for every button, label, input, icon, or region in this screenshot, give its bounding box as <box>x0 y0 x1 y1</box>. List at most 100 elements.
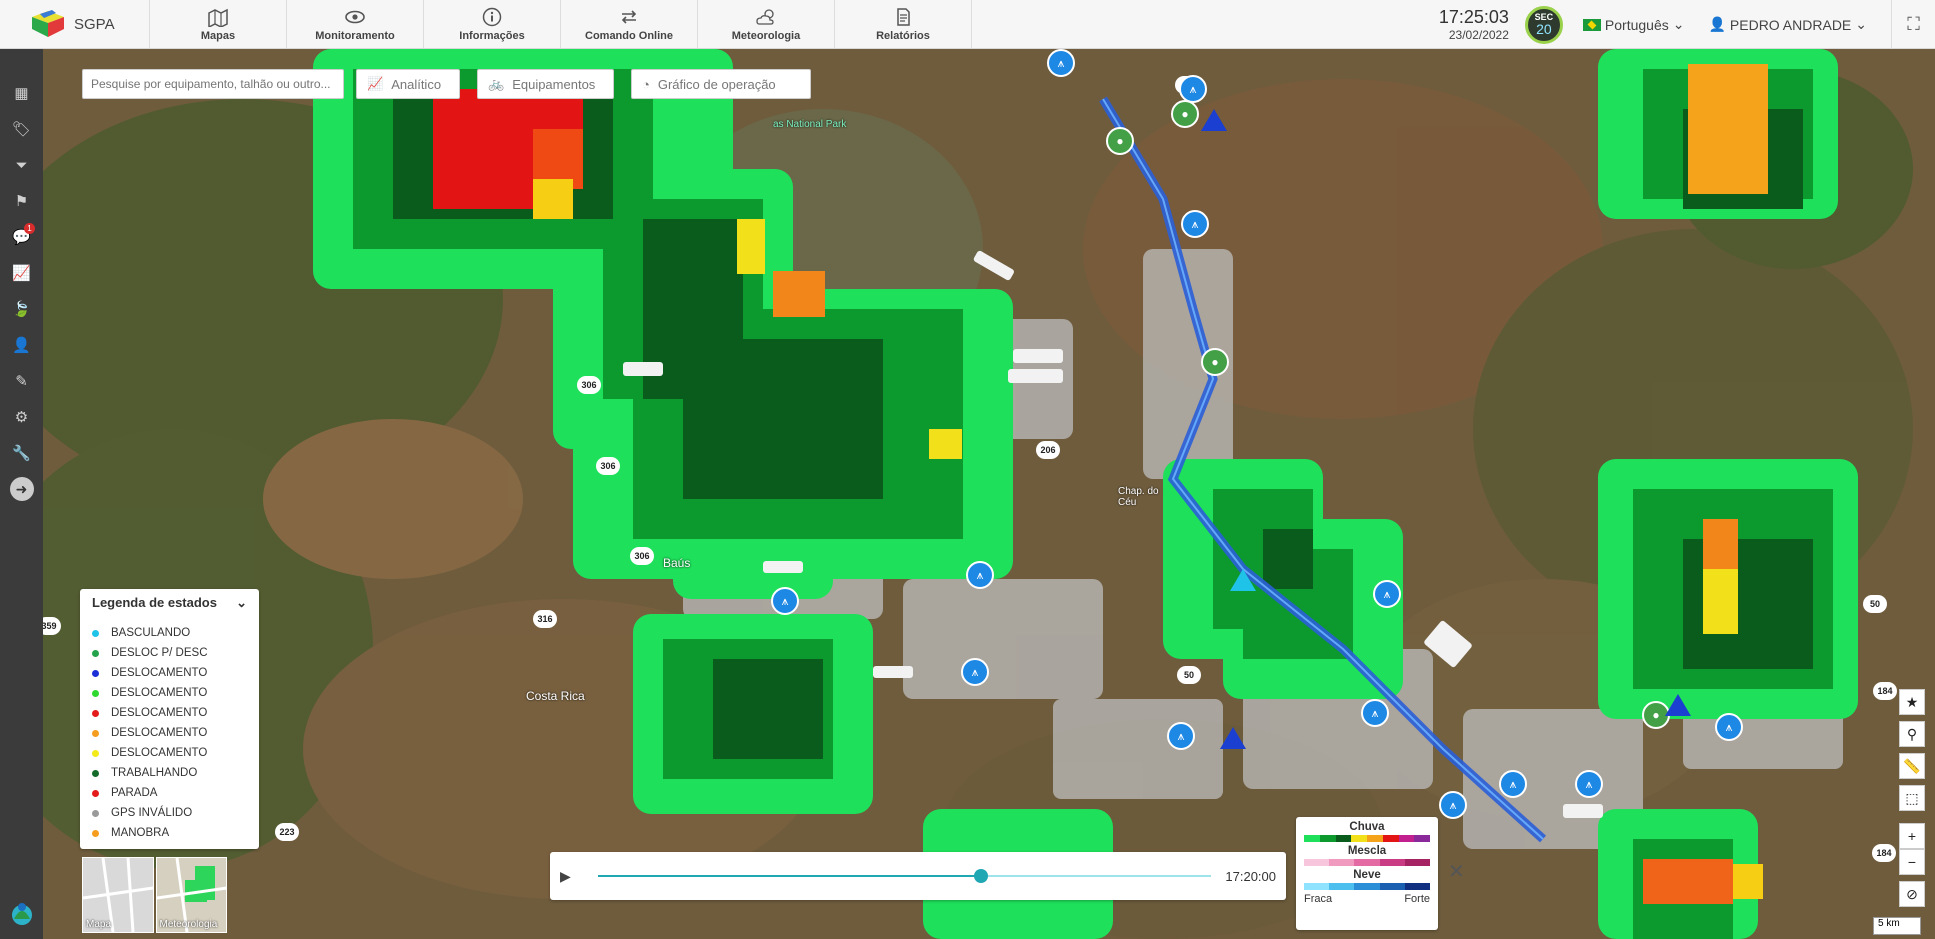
nav-monitoramento[interactable]: Monitoramento <box>287 0 424 48</box>
arrows-icon <box>621 9 637 24</box>
player-time: 17:20:00 <box>1225 868 1276 884</box>
equipment-antenna-marker[interactable]: ⩚ <box>1047 49 1075 77</box>
map-icon <box>208 8 228 27</box>
legend-item-label: DESLOCAMENTO <box>111 667 208 679</box>
road-label: 223 <box>275 823 299 841</box>
nav-meteorologia[interactable]: Meteorologia <box>698 0 835 48</box>
sidebar-item-dashboard[interactable]: ▦ <box>0 75 43 111</box>
polygon-button[interactable]: ⬚ <box>1899 785 1925 811</box>
expand-icon: ⛶ <box>1907 14 1920 34</box>
language-dropdown[interactable]: Português ⌄ <box>1582 16 1684 33</box>
legend-title: Legenda de estados <box>92 595 217 610</box>
zoom-out-button[interactable]: − <box>1899 849 1925 875</box>
equipment-antenna-marker[interactable]: ⩚ <box>1715 713 1743 741</box>
status-dot-icon <box>92 689 99 697</box>
sec-badge[interactable]: SEC 20 <box>1524 5 1563 44</box>
equipment-antenna-marker[interactable]: ⩚ <box>1167 722 1195 750</box>
road-label: 306 <box>596 457 620 475</box>
sidebar-item-chat[interactable]: 💬 1 <box>0 219 43 255</box>
road-label: 306 <box>577 376 601 394</box>
equipment-button[interactable]: 🚲 Equipamentos <box>477 69 614 99</box>
equipment-operator-marker[interactable]: ● <box>1201 348 1229 376</box>
analytic-button[interactable]: 📈 Analítico <box>356 69 460 99</box>
plus-icon: + <box>1907 828 1917 844</box>
alert-triangle-icon[interactable] <box>1665 694 1691 716</box>
status-dot-icon <box>92 769 99 777</box>
nav-informacoes[interactable]: Informações <box>424 0 561 48</box>
equipment-operator-marker[interactable]: ● <box>1106 127 1134 155</box>
timeline-slider[interactable] <box>598 869 1212 883</box>
legend-header[interactable]: Legenda de estados ⌄ <box>92 595 247 615</box>
status-dot-icon <box>92 629 99 637</box>
sidebar-item-chart[interactable]: 📈 <box>0 255 43 291</box>
alert-triangle-icon[interactable] <box>1230 569 1256 591</box>
operation-chart-button[interactable]: ◔ Gráfico de operação <box>631 69 811 99</box>
clock: 17:25:03 23/02/2022 <box>1439 7 1525 42</box>
mix-scale <box>1304 859 1431 866</box>
location-button[interactable]: ⚲ <box>1899 721 1925 747</box>
state-legend: Legenda de estados ⌄ BASCULANDO DESLOC P/… <box>80 589 259 849</box>
user-dropdown[interactable]: 👤 PEDRO ANDRADE ⌄ <box>1708 16 1867 33</box>
weather-legend: Chuva Mescla Neve Fraca Forte <box>1296 817 1438 930</box>
antenna-icon: ⩚ <box>1509 776 1517 791</box>
favorite-button[interactable]: ★ <box>1899 689 1925 715</box>
weather-layer-tile[interactable]: Meteorologia <box>155 857 227 933</box>
current-date: 23/02/2022 <box>1448 28 1509 42</box>
weak-label: Fraca <box>1304 893 1333 905</box>
chart-icon: 📈 <box>12 265 31 282</box>
play-icon[interactable]: ▶ <box>560 868 584 885</box>
road-label: 316 <box>533 610 557 628</box>
sidebar-item-edit[interactable]: ✎ <box>0 363 43 399</box>
nav-mapas[interactable]: Mapas <box>150 0 287 48</box>
status-dot-icon <box>92 749 99 757</box>
fullscreen-button[interactable]: ⛶ <box>1891 0 1935 49</box>
sidebar-expand-button[interactable]: ➜ <box>0 471 43 507</box>
equipment-antenna-marker[interactable]: ⩚ <box>1179 75 1207 103</box>
equipment-antenna-marker[interactable]: ⩚ <box>1575 770 1603 798</box>
nav-relatorios[interactable]: Relatórios <box>835 0 972 48</box>
sidebar-item-wrench[interactable]: 🔧 <box>0 435 43 471</box>
nav-label: Meteorologia <box>731 29 801 42</box>
legend-item-label: DESLOCAMENTO <box>111 727 208 739</box>
sidebar-item-gears[interactable]: ⚙ <box>0 399 43 435</box>
equipment-antenna-marker[interactable]: ⩚ <box>1361 699 1389 727</box>
equipment-antenna-marker[interactable]: ⩚ <box>771 587 799 615</box>
notification-badge: 1 <box>24 223 35 234</box>
app-logo[interactable]: SGPA <box>0 0 150 48</box>
wrench-icon: 🔧 <box>12 445 31 462</box>
map-layer-tile[interactable]: Mapa <box>82 857 154 933</box>
compass-button[interactable]: ⊘ <box>1899 881 1925 907</box>
legend-item-label: DESLOCAMENTO <box>111 747 208 759</box>
map-canvas[interactable]: Costa Rica Baús Chap. do Céu as National… <box>43 49 1935 939</box>
nav-label: Mapas <box>200 29 236 42</box>
operation-chart-label: Gráfico de operação <box>657 76 776 92</box>
zoom-in-button[interactable]: + <box>1899 823 1925 849</box>
equipment-antenna-marker[interactable]: ⩚ <box>1373 580 1401 608</box>
snow-scale <box>1304 883 1431 890</box>
sidebar-item-flag[interactable]: ⚑ <box>0 183 43 219</box>
equipment-antenna-marker[interactable]: ⩚ <box>1439 791 1467 819</box>
header-right: 17:25:03 23/02/2022 SEC 20 Português ⌄ 👤… <box>1439 0 1935 49</box>
app-name: SGPA <box>74 15 115 33</box>
sidebar-item-tag[interactable]: 🏷 <box>0 111 43 147</box>
measure-button[interactable]: 📏 <box>1899 753 1925 779</box>
equipment-antenna-marker[interactable]: ⩚ <box>966 561 994 589</box>
equipment-antenna-marker[interactable]: ⩚ <box>1499 770 1527 798</box>
status-dot-icon <box>92 729 99 737</box>
search-input[interactable] <box>82 69 344 99</box>
equipment-antenna-marker[interactable]: ⩚ <box>961 658 989 686</box>
satellite-map <box>43 49 1935 939</box>
sidebar-item-leaf[interactable]: 🍃 <box>0 291 43 327</box>
alert-triangle-icon[interactable] <box>1201 109 1227 131</box>
alert-triangle-icon[interactable] <box>1220 727 1246 749</box>
sidebar-item-user[interactable]: 👤 <box>0 327 43 363</box>
map-scale: 5 km <box>1873 917 1921 935</box>
user-icon: 👤 <box>1708 16 1726 32</box>
sidebar-item-filter[interactable]: ⏷ <box>0 147 43 183</box>
equipment-antenna-marker[interactable]: ⩚ <box>1181 210 1209 238</box>
nav-comando-online[interactable]: Comando Online <box>561 0 698 48</box>
equipment-operator-marker[interactable]: ● <box>1171 100 1199 128</box>
timeline-handle[interactable] <box>974 869 989 883</box>
close-icon[interactable]: ✕ <box>1448 859 1465 884</box>
bicycle-icon: 🚲 <box>488 76 505 91</box>
